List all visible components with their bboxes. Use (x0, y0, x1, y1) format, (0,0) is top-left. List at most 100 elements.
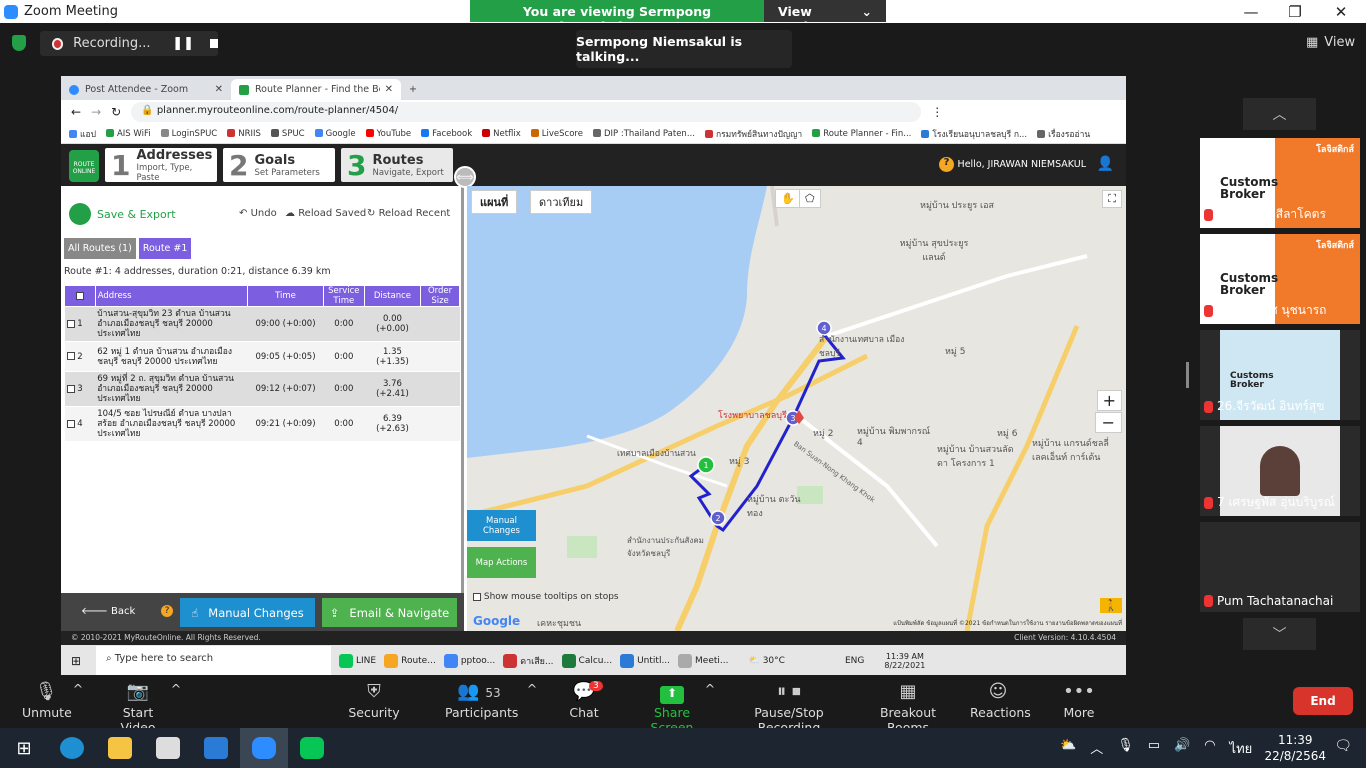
inner-taskbar-item[interactable]: LINE (339, 653, 376, 668)
row-checkbox[interactable] (66, 319, 75, 328)
new-tab-button[interactable]: + (401, 79, 431, 100)
distance-header[interactable]: Distance (363, 285, 422, 307)
store-taskbar-button[interactable] (144, 728, 192, 768)
email-navigate-button[interactable]: ⇪ Email & Navigate (322, 598, 457, 627)
back-button[interactable]: 🡐 Back (81, 605, 135, 617)
stop-marker-1[interactable]: 1 (697, 456, 715, 474)
chat-button[interactable]: 💬 3 Chat (567, 681, 603, 720)
map-manual-changes-button[interactable]: Manual Changes (467, 510, 536, 541)
panel-resize-handle[interactable]: ⟺ (454, 166, 476, 188)
explorer-taskbar-button[interactable] (96, 728, 144, 768)
stop-marker-2[interactable]: 2 (710, 510, 726, 526)
gallery-resize-handle[interactable] (1186, 362, 1189, 388)
reload-icon[interactable]: ↻ (111, 105, 121, 119)
share-screen-button[interactable]: ⬆Share Screen (634, 681, 710, 735)
battery-icon[interactable]: ▭ (1148, 738, 1160, 759)
help-icon[interactable]: ? (161, 605, 173, 617)
map-actions-button[interactable]: Map Actions (467, 547, 536, 578)
bookmark-item[interactable]: LoginSPUC (160, 129, 217, 139)
taskbar-search-input[interactable]: ⌕ Type here to search (96, 646, 331, 675)
bookmark-item[interactable]: LiveScore (530, 129, 583, 139)
close-button[interactable]: ✕ (1318, 0, 1364, 23)
security-button[interactable]: ⛨ Security (348, 681, 400, 720)
row-select[interactable]: 1 (64, 306, 96, 342)
volume-icon[interactable]: 🔊 (1174, 738, 1190, 759)
end-meeting-button[interactable]: End (1293, 687, 1353, 715)
address-header[interactable]: Address (94, 285, 249, 307)
bookmark-item[interactable]: Google (314, 129, 356, 139)
tooltip-checkbox[interactable] (473, 592, 481, 601)
row-select[interactable]: 2 (64, 341, 96, 372)
reload-recent-button[interactable]: ↻ Reload Recent (367, 208, 450, 219)
street-view-icon[interactable]: 🚶 (1100, 598, 1122, 613)
table-row[interactable]: 3 69 หมู่ที่ 2 ถ. สุขุมวิท ตำบล บ้านสวน อ… (64, 371, 460, 407)
bookmark-item[interactable]: กรมทรัพย์สินทางปัญญา (704, 127, 802, 141)
map-type-satellite[interactable]: ดาวเทียม (530, 190, 593, 214)
select-all-header[interactable] (64, 285, 96, 307)
bookmark-item[interactable]: Netflix (482, 129, 521, 139)
inner-taskbar-item[interactable]: pptoo... (443, 653, 495, 668)
participant-tile[interactable]: โลจิสติกส์ Customs Broker 29.วีรศักดิ์ สีลา… (1200, 138, 1360, 228)
bookmark-item[interactable]: AIS WiFi (105, 129, 151, 139)
user-icon[interactable]: 👤 (1097, 156, 1114, 172)
inner-taskbar-item[interactable]: Meeti... (678, 653, 728, 668)
bookmark-item[interactable]: แอป (69, 127, 96, 141)
zoom-in-button[interactable]: + (1096, 390, 1122, 411)
start-button[interactable]: ⊞ (0, 728, 48, 768)
participant-tile[interactable]: โลจิสติกส์ Customs Broker 38. ธัชมาศ นุชนาร… (1200, 234, 1360, 324)
mic-icon[interactable]: 🎙 (1117, 738, 1134, 759)
close-tab-icon[interactable]: ✕ (215, 84, 223, 95)
lang[interactable]: ENG (845, 656, 864, 666)
row-checkbox[interactable] (66, 352, 75, 360)
view-options-button[interactable]: View Options ⌄ (764, 0, 886, 34)
weather-icon[interactable]: ⛅ (1060, 738, 1076, 759)
tab-post-attendee[interactable]: Post Attendee - Zoom ✕ (61, 79, 231, 100)
step-addresses[interactable]: 1 Addresses Import, Type, Paste (105, 148, 217, 183)
tray-up-icon[interactable]: ︿ (1090, 738, 1103, 759)
bookmark-item[interactable]: DIP :Thailand Paten... (592, 129, 695, 139)
tooltip-option[interactable]: Show mouse tooltips on stops (473, 592, 619, 602)
select-all-checkbox[interactable] (75, 291, 84, 300)
row-checkbox[interactable] (66, 384, 75, 393)
extensions-icon[interactable]: ⋮ (931, 105, 943, 119)
forward-arrow-icon[interactable]: → (91, 105, 101, 119)
unmute-button[interactable]: 🎙 Unmute (22, 681, 72, 720)
reactions-button[interactable]: ☺ Reactions (970, 681, 1031, 720)
bookmark-item[interactable]: SPUC (270, 129, 305, 139)
wifi-icon[interactable]: ◠ (1204, 738, 1215, 759)
notifications-icon[interactable]: 🗨 (1334, 738, 1352, 754)
draw-icon[interactable]: ⬠ (799, 189, 821, 208)
gallery-up-button[interactable]: ︿ (1243, 98, 1316, 130)
help-icon[interactable]: ? (939, 157, 954, 172)
bookmark-item[interactable]: Route Planner - Fin... (812, 129, 911, 139)
save-export-button[interactable]: Save & Export (69, 203, 176, 225)
undo-button[interactable]: ↶ Undo (239, 208, 277, 219)
time-header[interactable]: Time (247, 285, 324, 307)
bookmark-item[interactable]: เรื่องรออ่าน (1037, 127, 1090, 141)
zoom-taskbar-button[interactable] (240, 728, 288, 768)
row-select[interactable]: 3 (64, 371, 96, 407)
step-goals[interactable]: 2 Goals Set Parameters (223, 148, 335, 182)
edge-taskbar-button[interactable] (48, 728, 96, 768)
participants-caret[interactable]: ^ (526, 681, 538, 696)
row-select[interactable]: 4 (64, 406, 96, 442)
windows-start-icon[interactable]: ⊞ (71, 654, 81, 668)
address-input[interactable]: 🔒 planner.myrouteonline.com/route-planne… (131, 102, 922, 122)
more-button[interactable]: ••• More (1060, 681, 1098, 720)
tab-all-routes[interactable]: All Routes (1) (64, 238, 136, 259)
table-row[interactable]: 1 บ้านสวน-สุขุมวิท 23 ตำบล บ้านสวน อำเภอเ… (64, 306, 460, 342)
participant-tile[interactable]: 7 เศรษฐพัส อุ่นบริบูรณ์ (1200, 426, 1360, 516)
tab-route-planner[interactable]: Route Planner - Find the Best Ro ✕ (231, 79, 401, 100)
order-size-header[interactable]: Order Size (420, 285, 460, 307)
bookmark-item[interactable]: โรงเรียนอนุบาลชลบุรี ก... (921, 127, 1027, 141)
inner-taskbar-item[interactable]: Untitl... (620, 653, 670, 668)
participants-button[interactable]: 👥 53 Participants (445, 681, 518, 720)
share-caret[interactable]: ^ (704, 681, 716, 696)
bookmark-item[interactable]: YouTube (365, 129, 411, 139)
mail-taskbar-button[interactable] (192, 728, 240, 768)
pause-icon[interactable]: ❚❚ (172, 36, 194, 51)
audio-options-caret[interactable]: ^ (72, 681, 84, 696)
table-row[interactable]: 2 62 หมู่ 1 ตำบล บ้านสวน อำเภอเมือง ชลบุร… (64, 341, 460, 372)
line-taskbar-button[interactable] (288, 728, 336, 768)
row-checkbox[interactable] (66, 419, 75, 428)
